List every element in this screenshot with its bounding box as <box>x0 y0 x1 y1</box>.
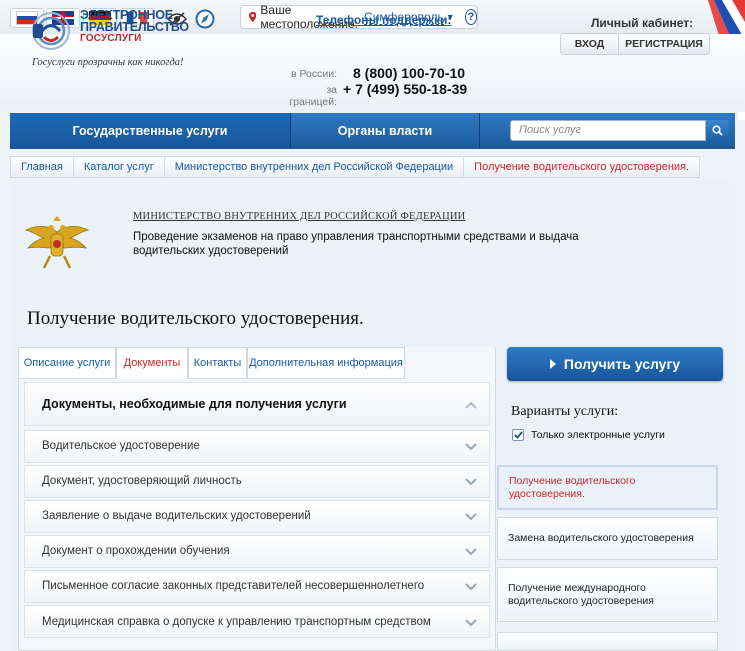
breadcrumb: Главная Каталог услуг Министерство внутр… <box>10 156 701 178</box>
tab-documents[interactable]: Документы <box>116 347 188 379</box>
chevron-down-icon[interactable] <box>465 478 477 486</box>
document-row-label: Медицинская справка о допуске к управлен… <box>42 616 431 628</box>
phone-label-russia: в России: <box>290 68 337 80</box>
variant-card-partial[interactable] <box>497 632 718 651</box>
documents-heading: Документы, необходимые для получения усл… <box>42 397 347 411</box>
only-electronic-label[interactable]: Только электронные услуги <box>531 429 665 441</box>
logo-text-line3: ГОСУСЛУГИ <box>80 33 142 44</box>
document-row-label: Заявление о выдаче водительских удостове… <box>42 510 311 522</box>
double-headed-eagle-emblem-icon <box>24 216 90 269</box>
chevron-down-icon[interactable] <box>465 513 477 521</box>
breadcrumb-home[interactable]: Главная <box>10 156 73 178</box>
get-service-button[interactable]: Получить услугу <box>507 347 723 381</box>
support-phones-link[interactable]: Телефоны поддержки: <box>316 13 451 27</box>
document-row-label: Документ о прохождении обучения <box>42 545 230 557</box>
phone-number-abroad: + 7 (499) 550-18-39 <box>343 81 468 97</box>
search-button[interactable] <box>706 120 729 141</box>
page-title: Получение водительского удостоверения. <box>27 308 364 329</box>
chevron-up-icon[interactable] <box>465 401 477 409</box>
chevron-down-icon[interactable] <box>465 443 477 451</box>
document-row-label: Письменное согласие законных представите… <box>42 580 425 592</box>
breadcrumb-catalog[interactable]: Каталог услуг <box>72 156 164 178</box>
phone-label-abroad: за границей: <box>289 84 337 108</box>
gosuslugi-logo-icon[interactable] <box>30 10 72 52</box>
variants-title: Варианты услуги: <box>511 404 619 419</box>
search-input[interactable]: Поиск услуг <box>510 120 706 141</box>
register-button[interactable]: РЕГИСТРАЦИЯ <box>619 34 709 54</box>
tab-additional-info[interactable]: Дополнительная информация <box>247 347 405 379</box>
cabinet-title: Личный кабинет: <box>591 16 694 30</box>
phone-number-russia: 8 (800) 100-70-10 <box>353 65 466 81</box>
logo-text-line2: ПРАВИТЕЛЬСТВО <box>80 20 189 34</box>
breadcrumb-ministry[interactable]: Министерство внутренних дел Российской Ф… <box>163 156 464 178</box>
cabinet-buttons: ВХОД РЕГИСТРАЦИЯ <box>560 33 710 55</box>
chevron-down-icon[interactable] <box>465 583 477 591</box>
chevron-down-icon[interactable] <box>465 548 477 556</box>
chevron-down-icon[interactable] <box>465 619 477 627</box>
document-row-label: Документ, удостоверяющий личность <box>42 475 242 487</box>
ministry-link[interactable]: МИНИСТЕРСТВО ВНУТРЕННИХ ДЕЛ РОССИЙСКОЙ Ф… <box>133 211 465 222</box>
variant-get-license[interactable]: Получение водительского удостоверения. <box>497 465 718 510</box>
play-arrow-icon <box>549 359 556 369</box>
login-button[interactable]: ВХОД <box>561 34 619 54</box>
search-icon <box>712 125 723 136</box>
breadcrumb-current: Получение водительского удостоверения. <box>463 156 701 178</box>
tab-description[interactable]: Описание услуги <box>18 347 116 379</box>
tab-contacts[interactable]: Контакты <box>188 347 247 379</box>
help-icon[interactable]: ? <box>464 9 477 25</box>
variant-replace-license[interactable]: Замена водительского удостоверения <box>497 517 718 560</box>
location-pin-icon <box>249 11 257 23</box>
only-electronic-checkbox[interactable] <box>512 429 524 441</box>
slogan: Госуслуги прозрачны как никогда! <box>32 57 184 68</box>
compass-icon[interactable] <box>194 8 216 30</box>
nav-gov-services[interactable]: Государственные услуги <box>10 113 290 149</box>
nav-authorities[interactable]: Органы власти <box>291 113 479 149</box>
document-row-label: Водительское удостоверение <box>42 440 200 452</box>
checkmark-icon <box>513 431 523 439</box>
variant-international-license[interactable]: Получение международного водительского у… <box>497 567 718 622</box>
service-description: Проведение экзаменов на право управления… <box>133 231 579 257</box>
